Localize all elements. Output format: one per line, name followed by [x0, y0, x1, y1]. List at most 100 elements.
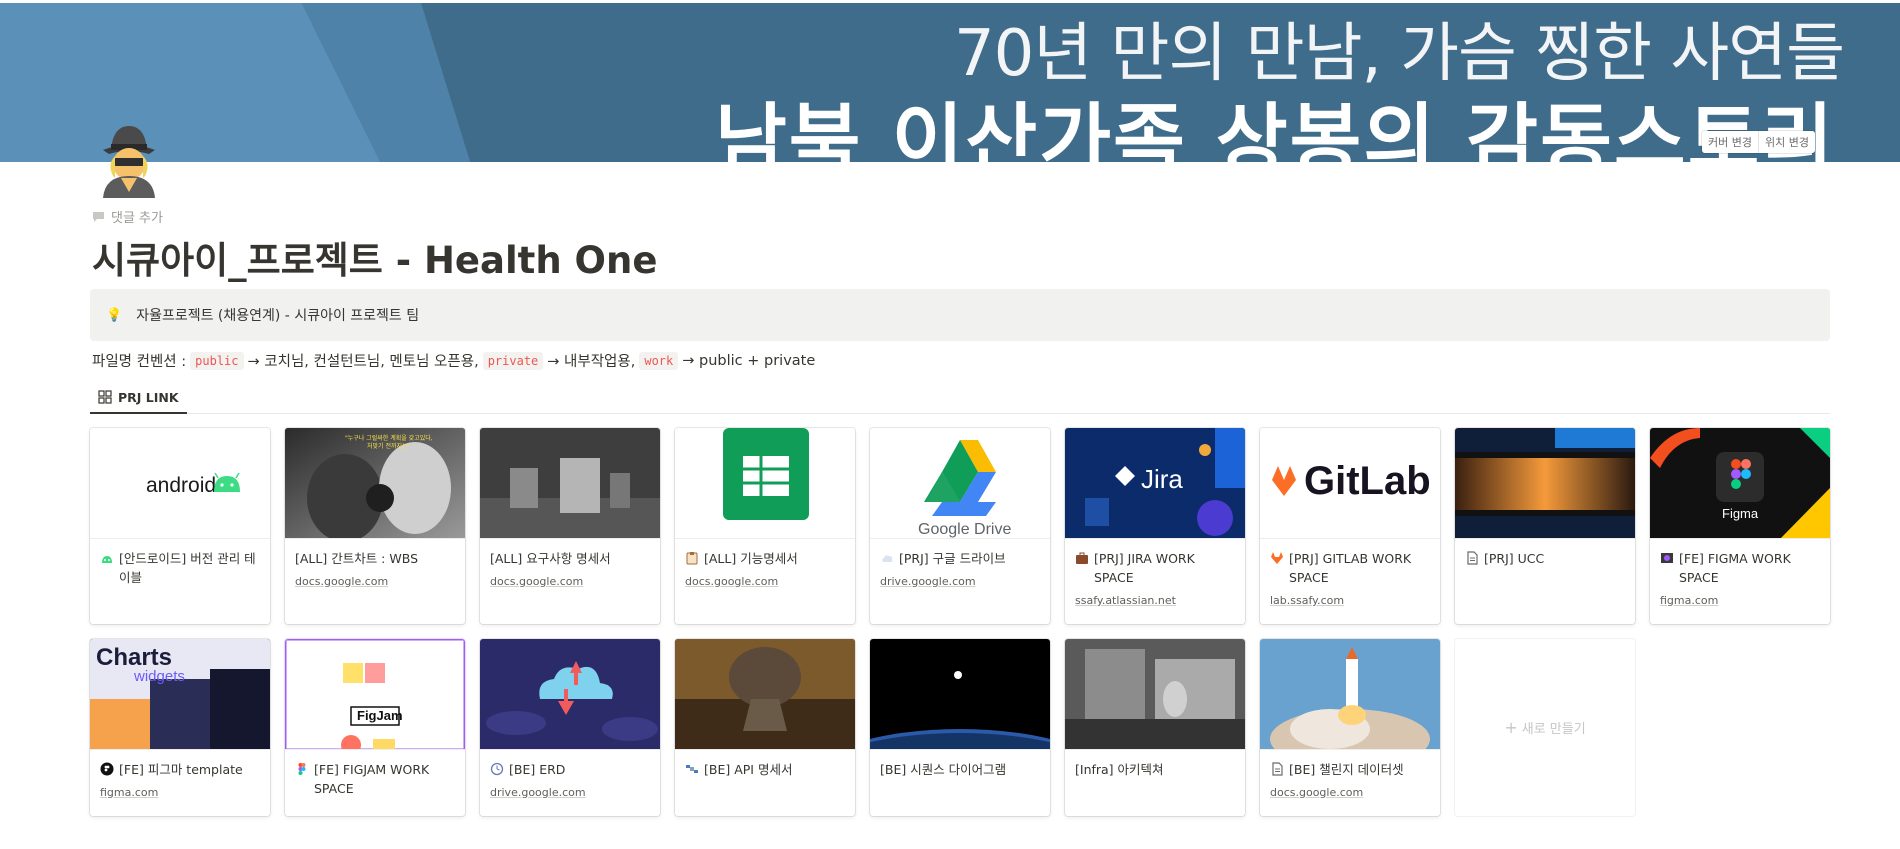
card-url[interactable]: figma.com [100, 786, 260, 799]
card-title-text: [PRJ] JIRA WORK SPACE [1094, 551, 1195, 585]
card-body: [안드로이드] 버전 관리 테이블 [90, 539, 270, 595]
gallery-card[interactable]: FigJam [FE] FIGJAM WORK SPACE [285, 639, 465, 816]
gallery-card[interactable]: [PRJ] UCC [1455, 428, 1635, 624]
gallery-card[interactable]: [ALL] 기능명세서 docs.google.com [675, 428, 855, 624]
svg-text:android: android [146, 474, 216, 497]
card-thumbnail: Jira [1065, 428, 1245, 539]
gallery-view-icon [98, 390, 112, 404]
gallery-card[interactable]: GitLab [PRJ] GITLAB WORK SPACE lab.ssafy.c… [1260, 428, 1440, 624]
card-url[interactable]: docs.google.com [295, 575, 455, 588]
card-thumbnail: Charts widgets [90, 639, 270, 750]
code-private: private [482, 351, 544, 370]
page-cover: 70년 만의 만남, 가슴 찡한 사연들 남북 이산가족 상봉의 감동스토리 커… [0, 0, 1900, 162]
callout-block[interactable]: 💡 자율프로젝트 (채용연계) - 시큐아이 프로젝트 팀 [90, 289, 1830, 341]
card-url[interactable]: drive.google.com [490, 786, 650, 799]
card-url[interactable]: docs.google.com [490, 575, 650, 588]
card-title-text: [BE] ERD [509, 762, 566, 777]
change-cover-button[interactable]: 커버 변경 [1702, 131, 1758, 153]
svg-text:Google Drive: Google Drive [918, 521, 1011, 538]
card-body: [PRJ] GITLAB WORK SPACE lab.ssafy.com [1260, 539, 1440, 615]
card-thumbnail [480, 639, 660, 750]
card-title: [ALL] 요구사항 명세서 [490, 549, 650, 568]
card-title-text: [BE] 시퀀스 다이어그램 [880, 762, 1007, 777]
gallery-card[interactable]: Figma [FE] FIGMA WORK SPACE figma.com [1650, 428, 1830, 624]
card-thumbnail: "누구나 그럴싸한 계획을 갖고있다, 처맞기 전까지는" [285, 428, 465, 539]
card-thumbnail [675, 639, 855, 750]
gallery-card[interactable]: [BE] API 명세서 [675, 639, 855, 816]
card-body: [PRJ] JIRA WORK SPACE ssafy.atlassian.net [1065, 539, 1245, 615]
card-title: [안드로이드] 버전 관리 테이블 [100, 549, 260, 587]
convention-prefix: 파일명 컨벤션 : [92, 354, 187, 370]
card-title-text: [안드로이드] 버전 관리 테이블 [119, 551, 256, 585]
card-body: [PRJ] UCC [1455, 539, 1635, 576]
card-body: [ALL] 요구사항 명세서 docs.google.com [480, 539, 660, 596]
callout-text: 자율프로젝트 (채용연계) - 시큐아이 프로젝트 팀 [136, 308, 420, 324]
figma-color-icon [295, 762, 309, 776]
card-title-text: [PRJ] UCC [1484, 551, 1545, 566]
gallery-card[interactable]: "누구나 그럴싸한 계획을 갖고있다, 처맞기 전까지는" [ALL] 간트차트 … [285, 428, 465, 624]
file-naming-convention[interactable]: 파일명 컨벤션 : public → 코치님, 컨설턴트님, 멘토님 오픈용, … [92, 350, 815, 371]
card-title-text: [FE] FIGJAM WORK SPACE [314, 762, 430, 796]
new-card-button[interactable]: + 새로 만들기 [1455, 639, 1635, 816]
cover-headline-2: 남북 이산가족 상봉의 감동스토리 [715, 96, 1836, 162]
card-body: [Infra] 아키텍쳐 [1065, 750, 1245, 787]
gallery-card[interactable]: [BE] 챌린지 데이터셋 docs.google.com [1260, 639, 1440, 816]
reposition-cover-button[interactable]: 위치 변경 [1757, 131, 1815, 153]
card-title: [FE] 피그마 template [100, 760, 260, 779]
svg-text:Jira: Jira [1141, 464, 1183, 494]
svg-text:처맞기 전까지는": 처맞기 전까지는" [367, 442, 411, 450]
convention-text-1: → 코치님, 컨설턴트님, 멘토님 오픈용, [247, 354, 479, 370]
gallery-card[interactable]: android [안드로이드] 버전 관리 테이블 [90, 428, 270, 624]
card-title: [ALL] 기능명세서 [685, 549, 845, 568]
card-thumbnail [480, 428, 660, 539]
page-title[interactable]: 시큐아이_프로젝트 - Health One [92, 230, 657, 284]
card-title-text: [PRJ] GITLAB WORK SPACE [1289, 551, 1412, 585]
gallery-card[interactable]: Jira [PRJ] JIRA WORK SPACE ssafy.atlassia… [1065, 428, 1245, 624]
card-url[interactable]: docs.google.com [685, 575, 845, 588]
tab-prj-link[interactable]: PRJ LINK [90, 382, 187, 414]
gallery-card[interactable]: Charts widgets [FE] 피그마 template figma.com [90, 639, 270, 816]
add-comment-button[interactable]: 댓글 추가 [92, 207, 163, 226]
card-title-text: [ALL] 요구사항 명세서 [490, 551, 611, 566]
gallery-card[interactable]: [BE] 시퀀스 다이어그램 [870, 639, 1050, 816]
card-thumbnail [675, 428, 855, 539]
card-title-text: [Infra] 아키텍쳐 [1075, 762, 1164, 777]
card-url[interactable]: drive.google.com [880, 575, 1040, 588]
android-icon [100, 551, 114, 565]
gallery-card[interactable]: Google Drive [PRJ] 구글 드라이브 drive.google.co… [870, 428, 1050, 624]
svg-text:Charts: Charts [96, 644, 172, 671]
card-title: [FE] FIGJAM WORK SPACE [295, 760, 455, 798]
svg-text:Figma: Figma [1722, 506, 1759, 521]
card-url[interactable]: docs.google.com [1270, 786, 1430, 799]
gitlab-icon [1270, 551, 1284, 565]
card-thumbnail: GitLab [1260, 428, 1440, 539]
card-body: [ALL] 기능명세서 docs.google.com [675, 539, 855, 596]
card-url[interactable]: ssafy.atlassian.net [1075, 594, 1235, 607]
svg-text:widgets: widgets [133, 668, 185, 685]
card-url[interactable]: lab.ssafy.com [1270, 594, 1430, 607]
gallery-card[interactable]: [BE] ERD drive.google.com [480, 639, 660, 816]
card-title: [PRJ] JIRA WORK SPACE [1075, 549, 1235, 587]
card-url[interactable]: figma.com [1660, 594, 1820, 607]
card-thumbnail [870, 639, 1050, 750]
card-title: [PRJ] UCC [1465, 549, 1625, 568]
card-body: [FE] FIGJAM WORK SPACE [285, 750, 465, 806]
card-thumbnail [1065, 639, 1245, 750]
document-icon [1270, 762, 1284, 776]
card-title: [BE] ERD [490, 760, 650, 779]
gallery-card[interactable]: [ALL] 요구사항 명세서 docs.google.com [480, 428, 660, 624]
database-view-tabs: PRJ LINK [90, 382, 1830, 414]
card-thumbnail: Figma [1650, 428, 1830, 539]
gallery-card[interactable]: [Infra] 아키텍쳐 [1065, 639, 1245, 816]
card-title-text: [FE] FIGMA WORK SPACE [1679, 551, 1791, 585]
briefcase-icon [1075, 551, 1089, 565]
card-thumbnail: Google Drive [870, 428, 1050, 539]
card-title-text: [ALL] 간트차트 : WBS [295, 551, 419, 566]
code-work: work [639, 351, 679, 370]
card-title-text: [BE] 챌린지 데이터셋 [1289, 762, 1404, 777]
card-thumbnail: android [90, 428, 270, 539]
cloud-icon [880, 551, 894, 565]
card-title: [FE] FIGMA WORK SPACE [1660, 549, 1820, 587]
clipboard-icon [685, 551, 699, 565]
detective-icon[interactable] [93, 120, 165, 198]
